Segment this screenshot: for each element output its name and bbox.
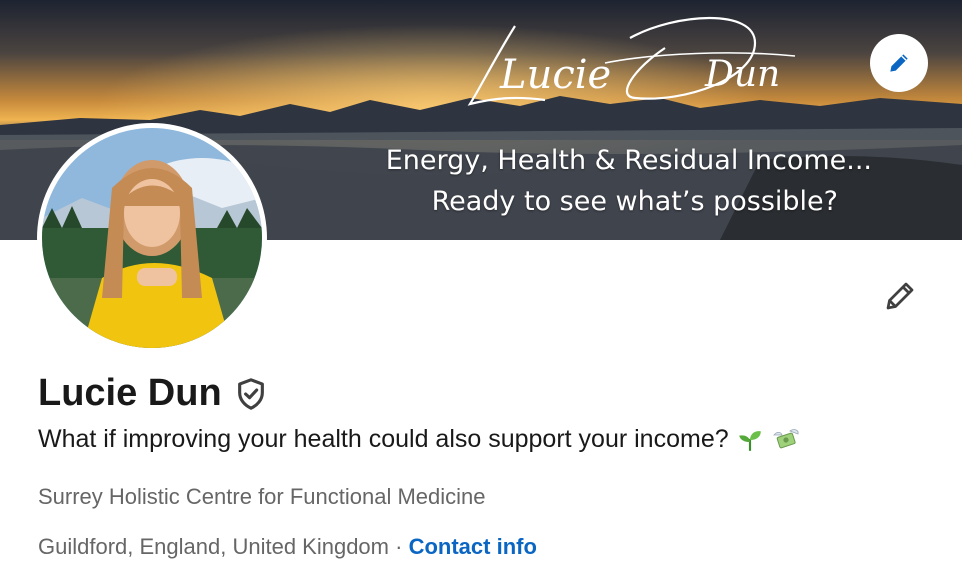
verified-shield-icon[interactable] (234, 377, 268, 411)
avatar-image (42, 128, 262, 348)
edit-intro-button[interactable] (876, 272, 924, 320)
profile-name: Lucie Dun (38, 372, 222, 414)
svg-text:Lucie: Lucie (499, 52, 611, 98)
profile-headline: What if improving your health could also… (38, 425, 801, 454)
money-with-wings-icon (771, 427, 801, 453)
location-row: Guildford, England, United Kingdom · Con… (38, 534, 537, 560)
pencil-icon (886, 282, 914, 310)
signature-logo: Lucie Dun (467, 17, 796, 106)
profile-location: Guildford, England, United Kingdom (38, 534, 389, 559)
seedling-icon (737, 427, 763, 453)
edit-cover-button[interactable] (870, 34, 928, 92)
profile-organization: Surrey Holistic Centre for Functional Me… (38, 484, 486, 509)
svg-text:Dun: Dun (704, 54, 780, 95)
banner-tagline-1: Energy, Health & Residual Income... (385, 145, 872, 176)
pencil-icon (890, 54, 908, 72)
name-row: Lucie Dun (38, 372, 268, 415)
contact-info-link[interactable]: Contact info (409, 534, 537, 559)
profile-photo[interactable] (37, 123, 267, 353)
headline-text: What if improving your health could also… (38, 425, 729, 453)
banner-tagline-2: Ready to see what’s possible? (431, 186, 838, 217)
separator-dot: · (395, 534, 403, 559)
